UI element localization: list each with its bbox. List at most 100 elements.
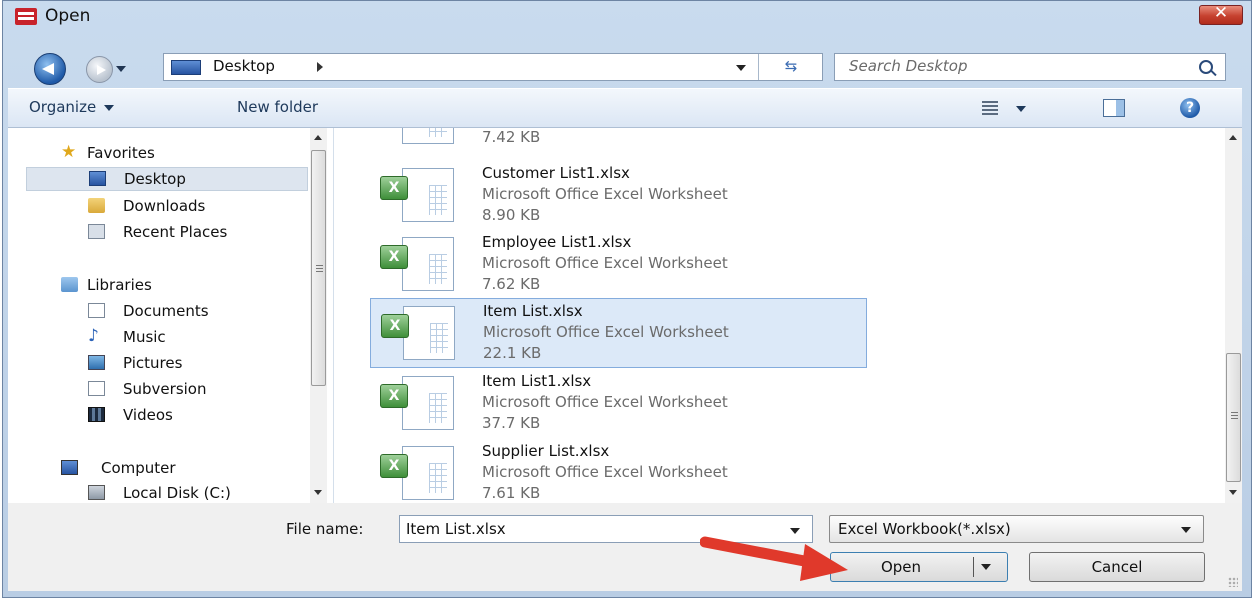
split-divider [973,557,974,577]
address-dropdown-icon[interactable] [736,65,746,71]
chevron-right-icon[interactable] [317,62,323,72]
file-name: Customer List1.xlsx [482,164,630,182]
file-type: Microsoft Office Excel Worksheet [482,393,728,411]
file-size: 8.90 KB [482,206,541,224]
file-list: 7.42 KB X Customer List1.xlsx Microsoft … [334,128,1242,503]
desktop-icon [89,171,106,186]
search-icon[interactable] [1199,60,1213,74]
file-name-field[interactable]: Item List.xlsx [399,515,813,543]
file-type: Microsoft Office Excel Worksheet [483,323,729,341]
address-bar[interactable]: Desktop ⇆ [163,53,823,81]
desktop-icon [171,60,201,75]
scrollbar-thumb[interactable] [1226,353,1241,482]
nav-item-desktop[interactable]: Desktop [26,167,308,191]
nav-item-documents[interactable]: Documents [88,300,288,324]
music-icon: ♪ [88,326,99,346]
file-name: Item List1.xlsx [482,372,592,390]
nav-item-music[interactable]: ♪ Music [88,326,288,350]
file-type: Microsoft Office Excel Worksheet [482,254,728,272]
open-button[interactable]: Open [830,552,1008,582]
close-button[interactable]: ✕ [1199,3,1243,25]
app-icon [15,8,37,25]
file-item[interactable]: X Item List1.xlsx Microsoft Office Excel… [370,369,867,439]
excel-file-icon: X [381,304,459,360]
grip-icon [316,265,323,266]
file-size: 37.7 KB [482,414,541,432]
file-size: 22.1 KB [483,344,542,362]
nav-item-computer[interactable]: Computer [61,457,301,481]
help-icon[interactable]: ? [1180,98,1200,118]
navigation-pane: ★ Favorites Desktop Downloads Recent Plac… [8,128,334,503]
new-folder-button[interactable]: New folder [237,98,318,116]
title-bar[interactable]: Open ✕ [3,1,1251,31]
file-item[interactable]: X Customer List1.xlsx Microsoft Office E… [370,161,867,231]
nav-item-videos[interactable]: Videos [88,404,288,428]
refresh-button[interactable]: ⇆ [758,54,823,80]
recent-pages-dropdown-icon[interactable] [116,66,126,72]
file-size: 7.42 KB [482,128,541,146]
search-placeholder: Search Desktop [849,57,968,75]
views-dropdown-icon[interactable] [1016,106,1026,112]
dialog-footer: File name: Item List.xlsx Excel Workbook… [8,503,1242,591]
documents-icon [88,303,105,318]
file-item[interactable]: X Employee List1.xlsx Microsoft Office E… [370,230,867,300]
command-toolbar: Organize New folder ? [8,88,1242,128]
scrollbar-thumb[interactable] [311,150,326,386]
chevron-down-icon[interactable] [981,564,991,570]
excel-file-icon: X [380,166,458,222]
file-size: 7.62 KB [482,275,541,293]
refresh-icon: ⇆ [784,57,798,75]
file-list-scrollbar[interactable] [1225,128,1242,503]
file-size: 7.61 KB [482,484,541,502]
scroll-down-icon[interactable] [314,490,322,495]
address-location[interactable]: Desktop [213,57,275,75]
window-title: Open [45,6,91,26]
back-button[interactable] [34,53,66,85]
star-icon: ★ [61,142,77,162]
scroll-up-icon[interactable] [1229,135,1237,140]
nav-item-recent-places[interactable]: Recent Places [88,221,288,245]
pictures-icon [88,355,105,370]
search-input[interactable]: Search Desktop [834,53,1226,81]
file-name-value[interactable]: Item List.xlsx [406,520,506,538]
videos-icon [88,407,105,422]
subversion-icon [88,381,105,396]
nav-item-subversion[interactable]: Subversion [88,378,288,402]
excel-file-icon: X [380,444,458,500]
computer-icon [61,460,78,475]
file-name: Supplier List.xlsx [482,442,610,460]
organize-button[interactable]: Organize [29,98,115,116]
nav-scrollbar[interactable] [310,128,327,503]
nav-item-downloads[interactable]: Downloads [88,195,288,219]
excel-file-icon: X [380,374,458,430]
downloads-icon [88,198,105,213]
forward-button[interactable] [86,56,113,83]
chevron-down-icon[interactable] [790,528,800,534]
resize-grip-icon[interactable] [1228,577,1238,587]
main-content: ★ Favorites Desktop Downloads Recent Plac… [8,128,1242,503]
file-item[interactable]: X Supplier List.xlsx Microsoft Office Ex… [370,439,867,503]
file-name: Item List.xlsx [483,302,583,320]
nav-item-pictures[interactable]: Pictures [88,352,288,376]
preview-pane-icon[interactable] [1103,99,1125,117]
scroll-up-icon[interactable] [314,135,322,140]
nav-item-libraries[interactable]: Libraries [61,274,301,298]
recent-places-icon [88,224,105,239]
views-icon[interactable] [982,101,998,117]
file-type-select[interactable]: Excel Workbook(*.xlsx) [829,515,1204,543]
libraries-icon [61,277,78,292]
file-item-selected[interactable]: X Item List.xlsx Microsoft Office Excel … [370,298,867,368]
organize-label: Organize [29,98,97,116]
open-label: Open [880,558,922,576]
chevron-down-icon [104,104,115,111]
excel-file-icon: X [380,235,458,291]
chevron-down-icon[interactable] [1181,527,1191,533]
file-item[interactable]: 7.42 KB [370,128,867,153]
cancel-button[interactable]: Cancel [1029,552,1205,582]
file-type: Microsoft Office Excel Worksheet [482,185,728,203]
close-icon: ✕ [1213,3,1229,23]
nav-item-favorites[interactable]: ★ Favorites [61,142,301,166]
grip-icon [1231,412,1238,413]
excel-file-icon [380,128,458,144]
scroll-down-icon[interactable] [1229,490,1237,495]
